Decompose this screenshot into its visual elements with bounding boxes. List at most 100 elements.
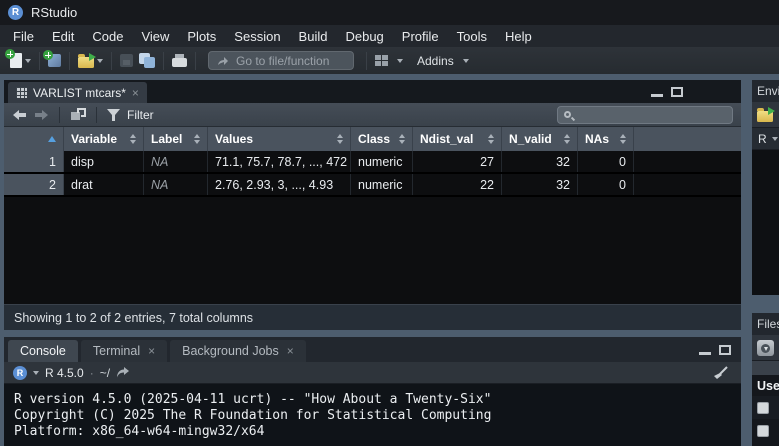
nas-cell: 0: [578, 151, 634, 172]
titlebar: R RStudio: [0, 0, 779, 25]
menu-profile[interactable]: Profile: [393, 29, 448, 44]
close-icon[interactable]: ×: [148, 345, 155, 357]
sort-icon: [615, 134, 626, 144]
sort-icon: [483, 134, 494, 144]
class-cell: numeric: [351, 151, 413, 172]
console-line: R version 4.5.0 (2025-04-11 ucrt) -- "Ho…: [14, 392, 741, 408]
console-pane: Console Terminal × Background Jobs × R R…: [4, 337, 741, 446]
goto-placeholder: Go to file/function: [236, 54, 329, 68]
variable-cell: drat: [64, 174, 144, 195]
panes-layout-button[interactable]: [372, 50, 406, 72]
new-file-button[interactable]: [7, 50, 34, 72]
environment-pane: Environment R: [752, 80, 779, 295]
tab-environment[interactable]: Environment: [757, 84, 779, 98]
column-header-label[interactable]: Label: [144, 127, 208, 151]
toolbar-divider: [69, 52, 70, 70]
files-pane: Files User Library: [752, 313, 779, 446]
open-file-button[interactable]: [75, 50, 106, 72]
column-header-n-valid[interactable]: N_valid: [502, 127, 578, 151]
menu-build[interactable]: Build: [290, 29, 337, 44]
sort-icon: [332, 134, 343, 144]
menu-session[interactable]: Session: [225, 29, 289, 44]
new-project-button[interactable]: [45, 50, 64, 72]
panes-grid-icon: [375, 55, 388, 66]
close-icon[interactable]: ×: [287, 345, 294, 357]
console-output[interactable]: R version 4.5.0 (2025-04-11 ucrt) -- "Ho…: [4, 384, 741, 446]
column-header-ndist-val[interactable]: Ndist_val: [413, 127, 502, 151]
menu-edit[interactable]: Edit: [43, 29, 83, 44]
back-arrow-icon[interactable]: [12, 109, 27, 121]
table-row[interactable]: 2 drat NA 2.76, 2.93, 3, ..., 4.93 numer…: [4, 174, 741, 197]
chevron-down-icon: [33, 371, 39, 375]
column-header-class[interactable]: Class: [351, 127, 413, 151]
table-row[interactable]: 1 disp NA 71.1, 75.7, 78.7, ..., 472 num…: [4, 151, 741, 174]
r-version-icon[interactable]: R: [13, 366, 27, 380]
menu-plots[interactable]: Plots: [178, 29, 225, 44]
print-button[interactable]: [169, 50, 190, 72]
save-all-button[interactable]: [136, 50, 158, 72]
minimize-icon[interactable]: [651, 88, 663, 97]
console-line: Copyright (C) 2025 The R Foundation for …: [14, 408, 741, 424]
table-search-input[interactable]: [557, 106, 733, 124]
toolbar-divider: [39, 52, 40, 70]
tab-console[interactable]: Console: [8, 340, 78, 362]
label-cell: NA: [144, 151, 208, 172]
tab-files[interactable]: Files: [757, 317, 779, 331]
jump-arrow-icon: [217, 56, 229, 66]
menu-debug[interactable]: Debug: [336, 29, 392, 44]
package-checkbox[interactable]: [757, 425, 769, 437]
forward-arrow-icon[interactable]: [34, 109, 49, 121]
row-number-cell: 2: [4, 174, 64, 195]
minimize-icon[interactable]: [699, 346, 711, 355]
search-icon: [564, 111, 571, 118]
chevron-down-icon: [772, 137, 778, 141]
column-header-rownum[interactable]: [4, 127, 64, 151]
maximize-icon[interactable]: [719, 345, 731, 355]
working-directory: ~/: [100, 366, 110, 380]
variable-cell: disp: [64, 151, 144, 172]
goto-file-function-input[interactable]: Go to file/function: [208, 51, 354, 70]
clear-console-broom-icon[interactable]: [711, 366, 728, 380]
source-pane: VARLIST mtcars* × Filter Variable: [4, 80, 741, 330]
save-button[interactable]: [117, 50, 136, 72]
load-workspace-icon[interactable]: [757, 111, 773, 122]
chevron-down-icon: [97, 59, 103, 63]
menubar: File Edit Code View Plots Session Build …: [0, 25, 779, 47]
tab-background-jobs[interactable]: Background Jobs ×: [170, 340, 306, 362]
tab-varlist-mtcars[interactable]: VARLIST mtcars* ×: [8, 82, 147, 103]
maximize-icon[interactable]: [671, 87, 683, 97]
viewer-toolbar: Filter: [4, 103, 741, 127]
console-tabstrip: Console Terminal × Background Jobs ×: [4, 337, 741, 362]
close-icon[interactable]: ×: [132, 87, 139, 99]
filter-label: Filter: [127, 108, 154, 122]
environment-scope-dropdown[interactable]: R: [752, 128, 779, 150]
package-checkbox[interactable]: [757, 402, 769, 414]
packages-toolbar: [752, 335, 779, 361]
main-toolbar: Go to file/function Addins: [0, 47, 779, 74]
rstudio-logo-icon: R: [8, 5, 23, 20]
pane-window-buttons: [651, 87, 683, 97]
tab-label: VARLIST mtcars*: [33, 86, 126, 100]
column-header-nas[interactable]: NAs: [578, 127, 634, 151]
tab-terminal[interactable]: Terminal ×: [81, 340, 167, 362]
data-viewer-icon: [16, 87, 27, 98]
addins-button[interactable]: Addins: [406, 50, 472, 72]
column-header-variable[interactable]: Variable: [64, 127, 144, 151]
new-file-icon: [10, 53, 22, 68]
menu-code[interactable]: Code: [83, 29, 132, 44]
install-package-icon[interactable]: [757, 340, 774, 356]
filter-button[interactable]: Filter: [107, 108, 154, 122]
files-tabstrip: Files: [752, 313, 779, 335]
goto-directory-icon[interactable]: [116, 367, 129, 378]
console-toolbar: R R 4.5.0 · ~/: [4, 362, 741, 384]
column-header-values[interactable]: Values: [208, 127, 351, 151]
n-valid-cell: 32: [502, 174, 578, 195]
menu-help[interactable]: Help: [496, 29, 541, 44]
open-in-new-window-icon[interactable]: [70, 108, 86, 121]
menu-tools[interactable]: Tools: [448, 29, 496, 44]
menu-file[interactable]: File: [4, 29, 43, 44]
environment-tabstrip: Environment: [752, 80, 779, 102]
toolbar-divider: [59, 107, 60, 123]
menu-view[interactable]: View: [132, 29, 178, 44]
addins-label: Addins: [417, 54, 454, 68]
